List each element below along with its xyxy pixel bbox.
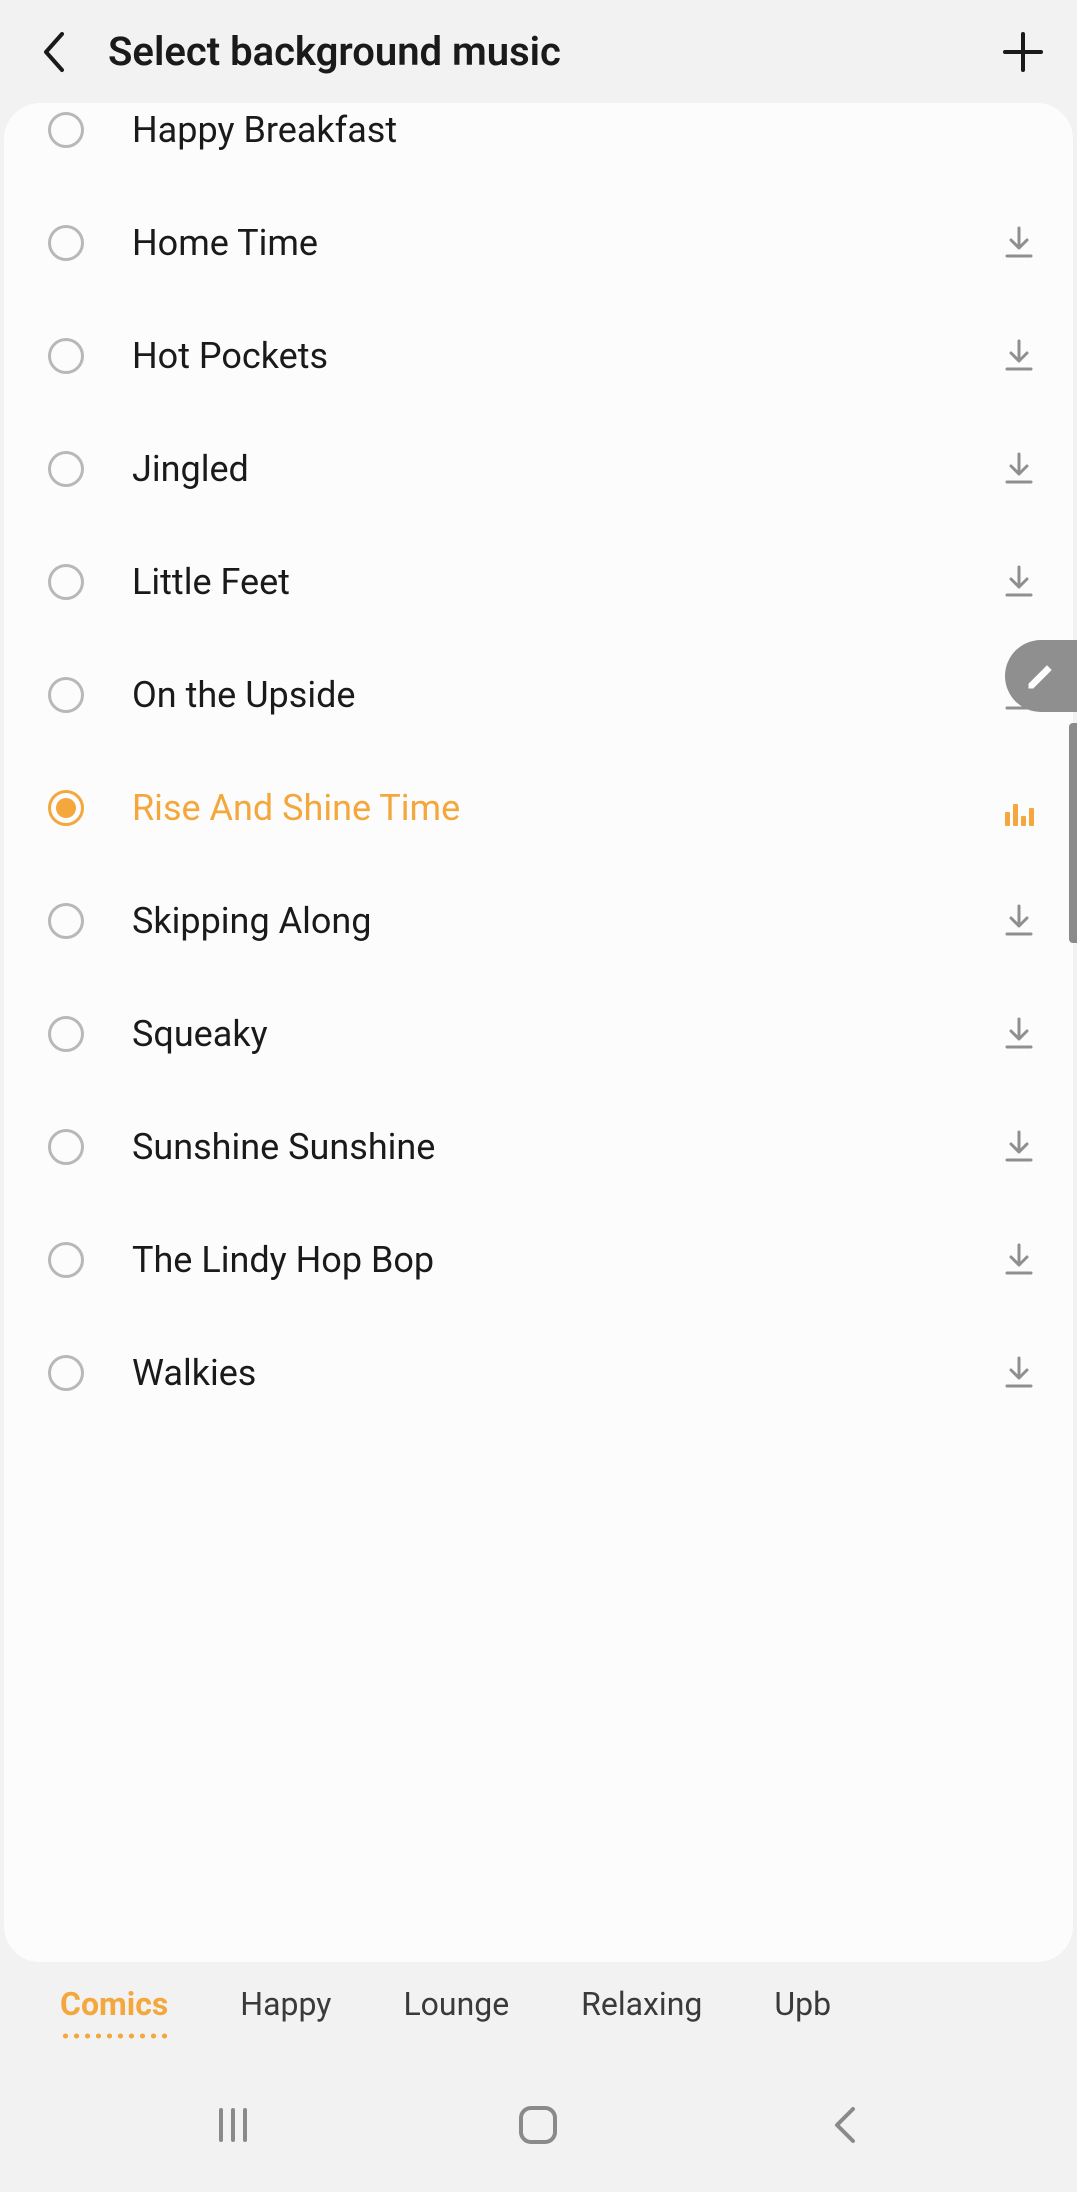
radio-button[interactable] (48, 338, 84, 374)
download-icon[interactable] (1001, 1016, 1037, 1052)
radio-button[interactable] (48, 564, 84, 600)
download-icon[interactable] (1001, 1355, 1037, 1391)
track-row[interactable]: Hot Pockets (4, 299, 1073, 412)
track-label: Hot Pockets (132, 335, 1001, 377)
back-icon (40, 30, 68, 74)
nav-back-button[interactable] (804, 2085, 884, 2165)
track-row[interactable]: On the Upside (4, 638, 1073, 751)
track-label: Little Feet (132, 561, 1001, 603)
radio-button[interactable] (48, 112, 84, 148)
home-button[interactable] (498, 2085, 578, 2165)
track-label: Happy Breakfast (132, 109, 1037, 151)
track-row[interactable]: Squeaky (4, 977, 1073, 1090)
category-tab[interactable]: Lounge (403, 1985, 509, 2035)
radio-dot (56, 798, 76, 818)
content: Happy Breakfast Home Time Hot Pockets Jingl… (0, 103, 1077, 1962)
home-icon (517, 2104, 559, 2146)
track-row[interactable]: Jingled (4, 412, 1073, 525)
radio-button[interactable] (48, 790, 84, 826)
track-label: Jingled (132, 448, 1001, 490)
system-navbar (0, 2058, 1077, 2192)
radio-button[interactable] (48, 903, 84, 939)
download-icon[interactable] (1001, 225, 1037, 261)
page-title: Select background music (108, 28, 999, 75)
radio-button[interactable] (48, 1242, 84, 1278)
track-list[interactable]: Happy Breakfast Home Time Hot Pockets Jingl… (4, 103, 1073, 1429)
radio-button[interactable] (48, 1016, 84, 1052)
track-label: Walkies (132, 1352, 1001, 1394)
radio-button[interactable] (48, 1129, 84, 1165)
add-button[interactable] (999, 28, 1047, 76)
track-row[interactable]: Skipping Along (4, 864, 1073, 977)
track-label: Skipping Along (132, 900, 1001, 942)
download-icon[interactable] (1001, 1242, 1037, 1278)
recents-icon (215, 2106, 251, 2144)
category-tab[interactable]: Comics (60, 1985, 168, 2035)
track-label: The Lindy Hop Bop (132, 1239, 1001, 1281)
track-row[interactable]: Little Feet (4, 525, 1073, 638)
back-button[interactable] (30, 28, 78, 76)
track-row[interactable]: Walkies (4, 1316, 1073, 1429)
track-label: Sunshine Sunshine (132, 1126, 1001, 1168)
track-label: Rise And Shine Time (132, 787, 1001, 829)
track-row[interactable]: Happy Breakfast (4, 103, 1073, 186)
pencil-icon (1025, 660, 1057, 692)
track-row[interactable]: The Lindy Hop Bop (4, 1203, 1073, 1316)
radio-button[interactable] (48, 1355, 84, 1391)
download-icon[interactable] (1001, 1129, 1037, 1165)
track-label: Squeaky (132, 1013, 1001, 1055)
radio-button[interactable] (48, 451, 84, 487)
header: Select background music (0, 0, 1077, 103)
radio-button[interactable] (48, 677, 84, 713)
download-icon[interactable] (1001, 451, 1037, 487)
scroll-indicator[interactable] (1069, 723, 1077, 943)
download-icon[interactable] (1001, 903, 1037, 939)
plus-icon (1001, 30, 1045, 74)
track-row[interactable]: Home Time (4, 186, 1073, 299)
track-row[interactable]: Sunshine Sunshine (4, 1090, 1073, 1203)
category-tab[interactable]: Happy (240, 1985, 331, 2035)
track-row[interactable]: Rise And Shine Time (4, 751, 1073, 864)
radio-button[interactable] (48, 225, 84, 261)
nav-back-icon (831, 2105, 857, 2145)
category-tab[interactable]: Upb (774, 1985, 831, 2035)
track-label: Home Time (132, 222, 1001, 264)
track-label: On the Upside (132, 674, 1001, 716)
equalizer-icon (1001, 790, 1037, 826)
recents-button[interactable] (193, 2085, 273, 2165)
category-tab[interactable]: Relaxing (581, 1985, 702, 2035)
download-icon[interactable] (1001, 564, 1037, 600)
edit-fab[interactable] (1005, 640, 1077, 712)
category-tabs: Comics Happy Lounge Relaxing Upb (0, 1962, 1077, 2058)
download-icon[interactable] (1001, 338, 1037, 374)
list-card: Happy Breakfast Home Time Hot Pockets Jingl… (4, 103, 1073, 1962)
